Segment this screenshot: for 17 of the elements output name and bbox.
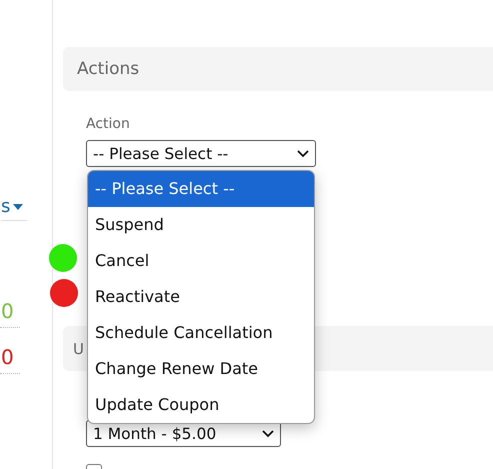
dropdown-option[interactable]: Update Coupon (88, 387, 314, 423)
dropdown-option[interactable]: Schedule Cancellation (88, 315, 314, 351)
action-select[interactable]: -- Please Select -- (86, 140, 316, 167)
panel-title: U (73, 340, 84, 358)
dropdown-option[interactable]: Reactivate (88, 279, 314, 315)
caret-icon (13, 204, 24, 210)
amount-value: 0 (1, 345, 14, 369)
dropdown-option[interactable]: Cancel (88, 243, 314, 279)
dropdown-option[interactable]: Suspend (88, 207, 314, 243)
field-label: Action (86, 116, 131, 133)
dropdown-option[interactable]: -- Please Select -- (88, 171, 314, 207)
menu-link[interactable]: s (1, 196, 10, 218)
chevron-down-icon (262, 430, 274, 438)
chevron-down-icon (297, 150, 309, 158)
amount-value: 0 (1, 299, 14, 323)
dropdown-option[interactable]: Change Renew Date (88, 351, 314, 387)
panel-title: Actions (77, 59, 140, 79)
